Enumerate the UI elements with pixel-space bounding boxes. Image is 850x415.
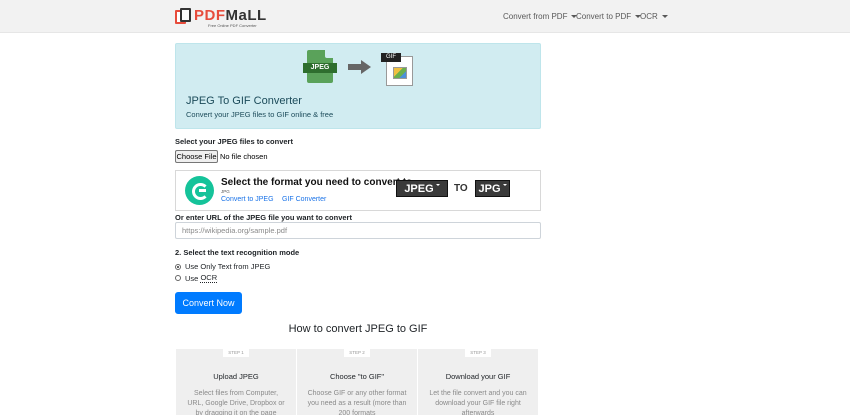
convert-now-button[interactable]: Convert Now xyxy=(175,292,242,314)
url-input[interactable] xyxy=(175,222,541,239)
ad-link-gif-converter[interactable]: GIF Converter xyxy=(282,196,326,203)
radio-use-ocr[interactable]: Use OCR xyxy=(175,273,218,283)
radio-checked[interactable] xyxy=(175,263,181,270)
step-name: Upload JPEG xyxy=(213,372,259,381)
step-card: STEP 2 Choose "to GIF" Choose GIF or any… xyxy=(297,349,417,415)
ad-title: Select the format you need to convert to xyxy=(221,177,413,188)
page-title: JPEG To GIF Converter xyxy=(186,95,302,107)
radio-text-only[interactable]: Use Only Text from JPEG xyxy=(175,262,270,271)
brand-logo[interactable]: PDFMaLL Free Online PDF Converter xyxy=(175,8,267,28)
hero-banner: JPEG GIF JPEG To GIF Converter Convert y… xyxy=(175,43,541,129)
step-badge: STEP 1 xyxy=(223,349,249,357)
jpeg-file-icon: JPEG xyxy=(303,50,337,84)
page-subtitle: Convert your JPEG files to GIF online & … xyxy=(186,110,334,119)
choose-file-button[interactable]: Choose File xyxy=(175,150,218,163)
ad-from-format[interactable]: JPEG xyxy=(396,180,448,197)
nav-convert-from-pdf[interactable]: Convert from PDF xyxy=(503,12,578,21)
ocr-mode-label: 2. Select the text recognition mode xyxy=(175,248,300,257)
brand-name: PDFMaLL xyxy=(194,7,267,24)
pdf-logo-icon xyxy=(175,8,192,25)
ad-link-convert-to-jpeg[interactable]: Convert to JPEG xyxy=(221,196,274,203)
grammarly-logo-icon xyxy=(185,176,214,205)
caret-down-icon xyxy=(435,184,440,186)
step-card: STEP 3 Download your GIF Let the file co… xyxy=(418,349,538,415)
chevron-down-icon xyxy=(661,15,668,18)
ad-tiny-text: JPG xyxy=(221,189,230,194)
ad-to-format[interactable]: JPG xyxy=(475,180,510,197)
step-desc: Choose GIF or any other format you need … xyxy=(307,390,407,415)
navbar: PDFMaLL Free Online PDF Converter Conver… xyxy=(0,0,850,33)
file-status: No file chosen xyxy=(220,152,268,161)
arrow-right-icon xyxy=(348,60,372,74)
caret-down-icon xyxy=(502,184,507,186)
step-desc: Let the file convert and you can downloa… xyxy=(429,390,527,415)
url-label: Or enter URL of the JPEG file you want t… xyxy=(175,213,352,222)
upload-label: Select your JPEG files to convert xyxy=(175,137,293,146)
step-card: STEP 1 Upload JPEG Select files from Com… xyxy=(176,349,296,415)
nav-ocr[interactable]: OCR xyxy=(640,12,668,21)
ad-to-word: TO xyxy=(454,183,468,194)
step-badge: STEP 3 xyxy=(465,349,491,357)
howto-title: How to convert JPEG to GIF xyxy=(288,323,428,335)
nav-convert-to-pdf[interactable]: Convert to PDF xyxy=(576,12,642,21)
step-badge: STEP 2 xyxy=(344,349,370,357)
radio-unchecked[interactable] xyxy=(175,275,181,281)
gif-file-icon: GIF xyxy=(379,53,413,86)
step-name: Choose "to GIF" xyxy=(329,372,385,381)
brand-tagline: Free Online PDF Converter xyxy=(208,23,257,28)
step-desc: Select files from Computer, URL, Google … xyxy=(187,390,285,415)
step-name: Download your GIF xyxy=(445,372,511,381)
ad-banner[interactable]: Select the format you need to convert to… xyxy=(175,170,541,211)
